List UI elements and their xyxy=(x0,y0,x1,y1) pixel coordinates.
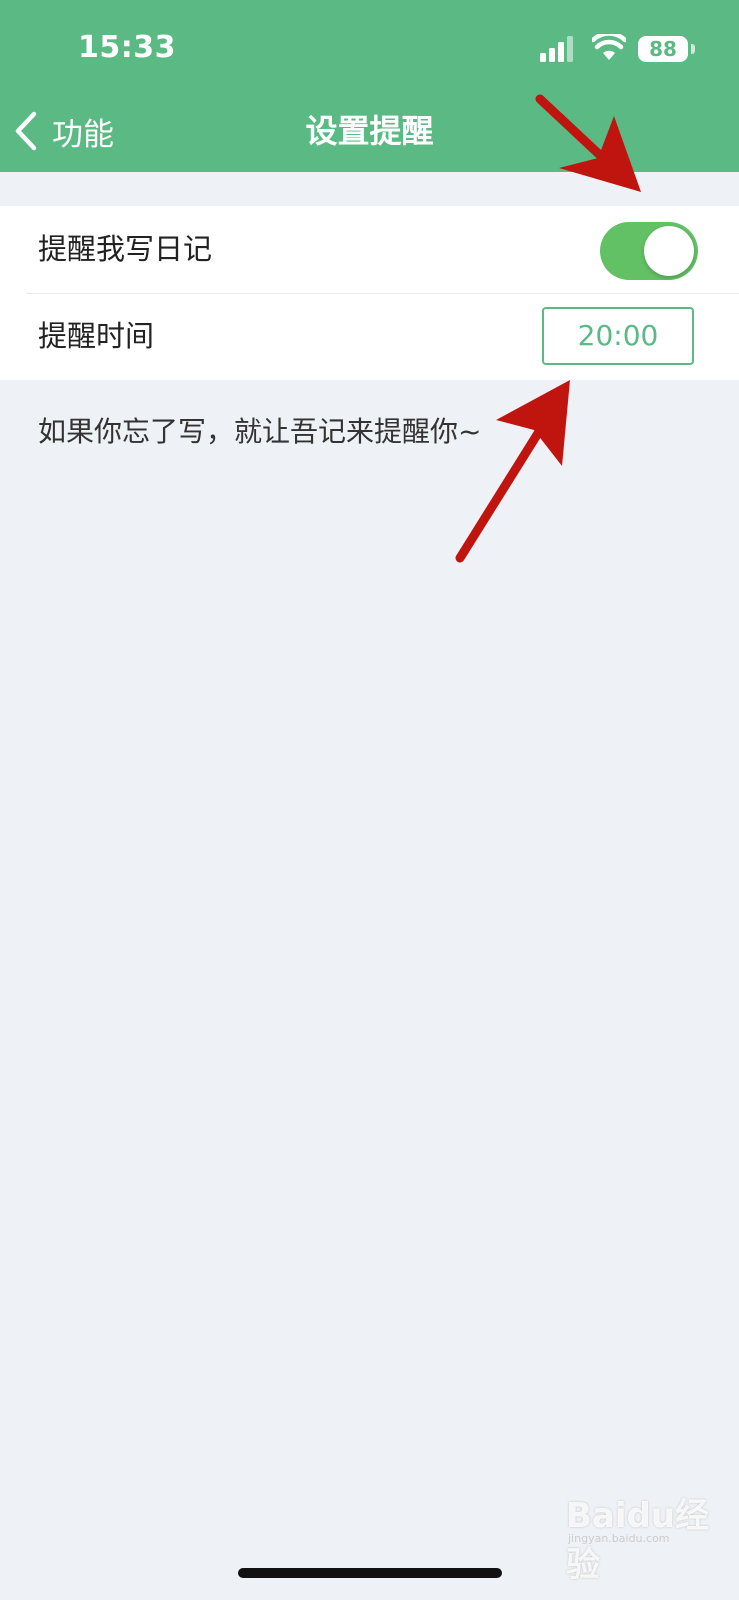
annotation-arrows xyxy=(455,94,641,563)
watermark-url: jingyan.baidu.com xyxy=(568,1532,670,1545)
home-indicator xyxy=(238,1568,502,1578)
annotation-arrow-toggle xyxy=(535,94,641,192)
annotation-arrow-time xyxy=(455,380,570,563)
